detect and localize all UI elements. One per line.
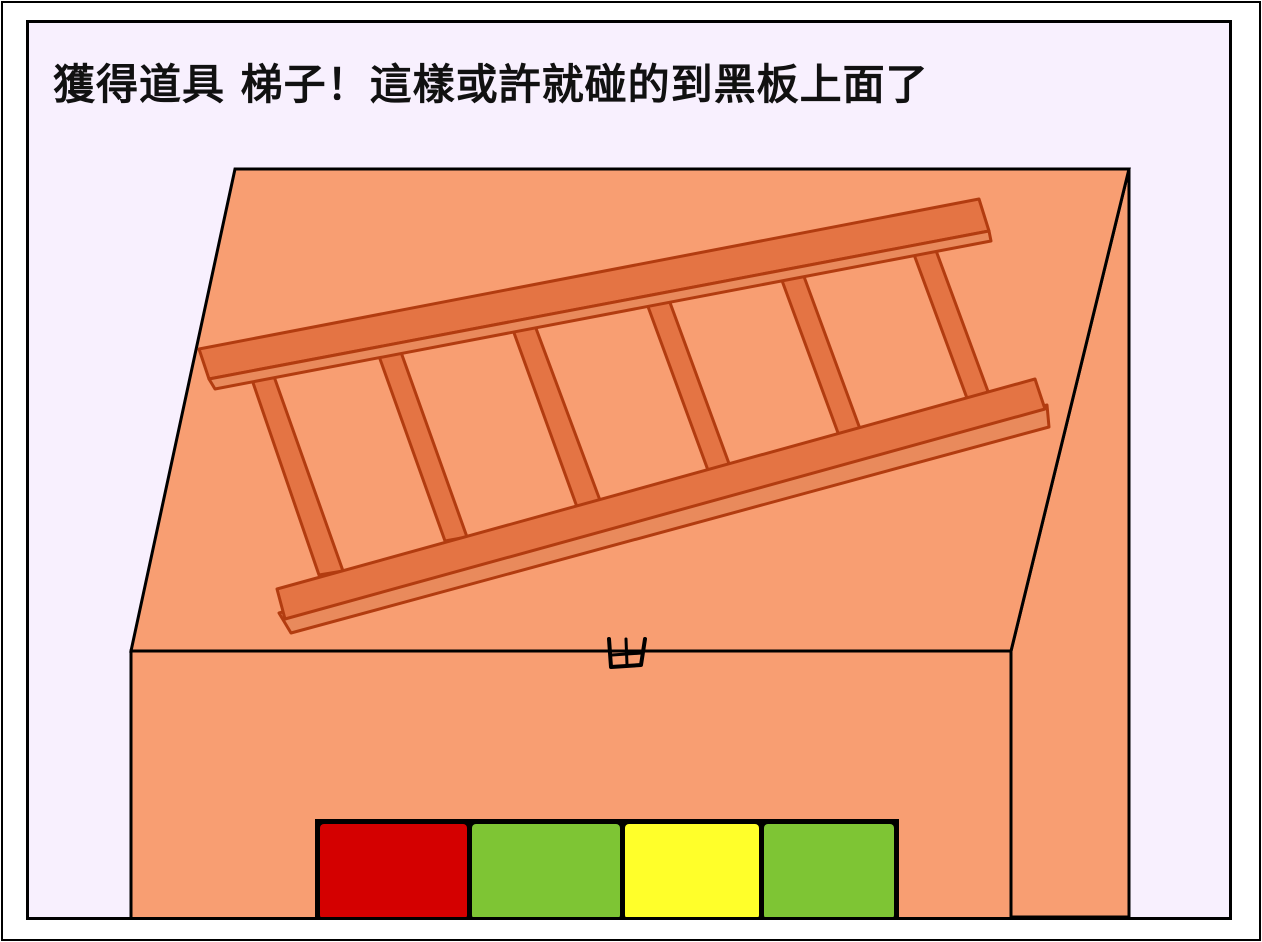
color-button-green[interactable] <box>764 824 894 917</box>
game-panel: 獲得道具 梯子！這樣或許就碰的到黑板上面了 <box>26 20 1232 920</box>
cabinet-scene <box>129 167 1131 917</box>
color-button-red[interactable] <box>320 824 467 917</box>
color-button-yellow[interactable] <box>625 824 759 917</box>
color-button-green[interactable] <box>472 824 620 917</box>
